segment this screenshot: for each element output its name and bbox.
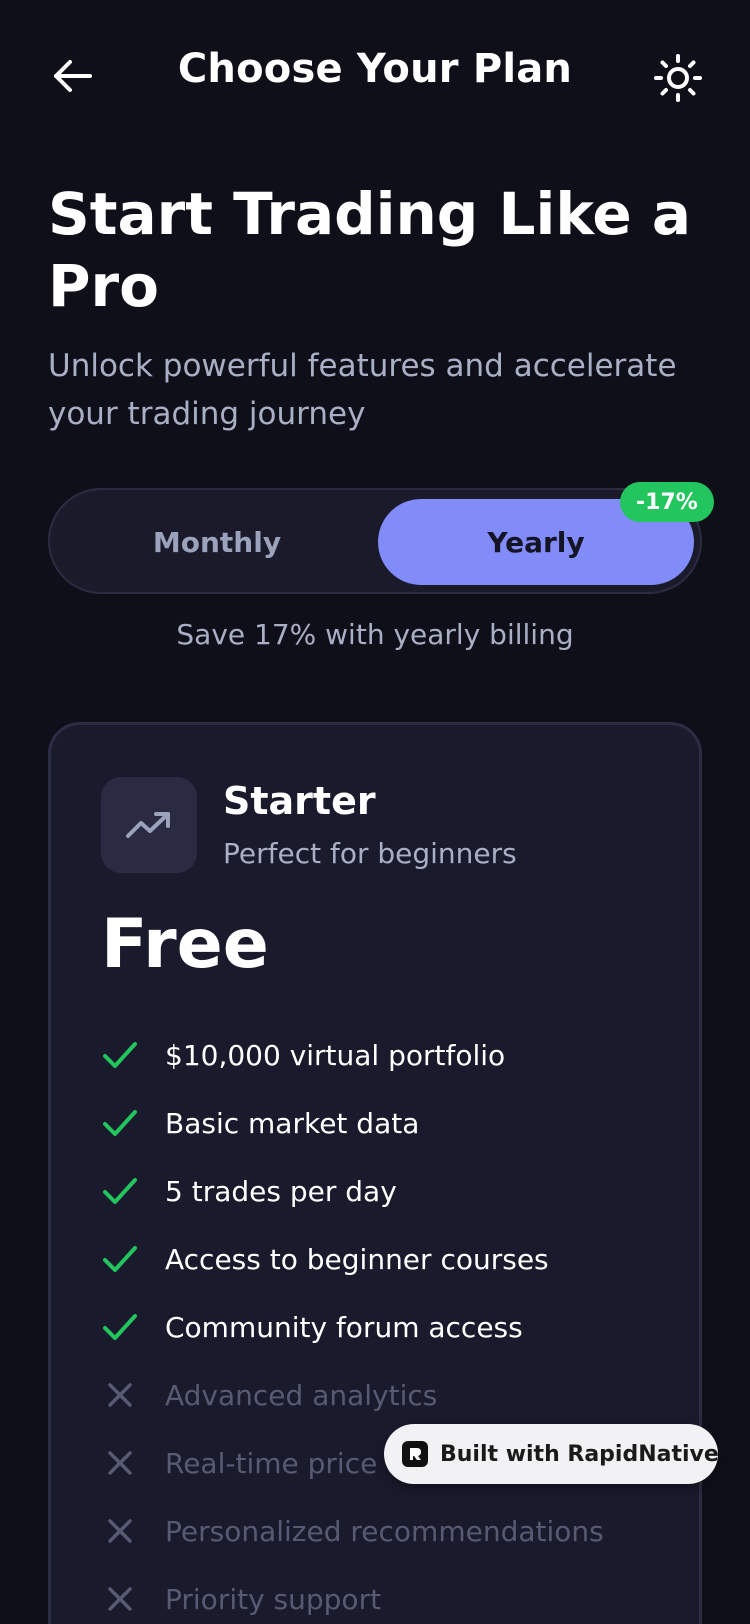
check-icon [103,1110,137,1136]
save-note: Save 17% with yearly billing [176,618,574,651]
plan-selection-screen: Choose Your Plan Start Trading Like a Pr… [0,0,750,1624]
feature-item: $10,000 virtual portfolio [101,1021,661,1089]
plan-price: Free [101,905,269,984]
check-icon [103,1042,137,1068]
feature-item: Access to beginner courses [101,1225,661,1293]
plan-tagline: Perfect for beginners [223,837,517,870]
check-icon [103,1246,137,1272]
x-icon [108,1587,132,1611]
plan-card-starter[interactable]: Starter Perfect for beginners Free $10,0… [48,722,702,1624]
feature-text: Basic market data [165,1106,420,1140]
page-title: Choose Your Plan [177,46,573,92]
trending-up-icon [126,812,170,838]
feature-text: Real-time price a [165,1446,404,1480]
rapidnative-logo-icon [402,1441,428,1467]
x-icon [108,1451,132,1475]
feature-text: 5 trades per day [165,1174,397,1208]
built-with-badge[interactable]: Built with RapidNative [384,1424,719,1484]
feature-text: Access to beginner courses [165,1242,549,1276]
x-icon [108,1383,132,1407]
feature-text: Priority support [165,1582,382,1616]
check-icon [103,1314,137,1340]
feature-item: Advanced analytics [101,1361,661,1429]
feature-item: Basic market data [101,1089,661,1157]
feature-text: Advanced analytics [165,1378,438,1412]
header: Choose Your Plan [0,32,750,112]
feature-text: Personalized recommendations [165,1514,604,1548]
feature-item: Priority support [101,1565,661,1624]
hero-title: Start Trading Like a Pro [48,180,692,320]
discount-badge: -17% [620,482,714,522]
sun-icon [654,54,702,102]
feature-list: $10,000 virtual portfolio Basic market d… [101,1021,661,1624]
plan-icon-container [101,777,197,873]
feature-text: Community forum access [165,1310,523,1344]
feature-item: Personalized recommendations [101,1497,661,1565]
feature-item: Community forum access [101,1293,661,1361]
plan-name: Starter [223,779,376,823]
monthly-option[interactable]: Monthly [59,499,375,585]
feature-item: 5 trades per day [101,1157,661,1225]
built-with-text: Built with RapidNative [440,1441,719,1467]
check-icon [103,1178,137,1204]
hero-subtitle: Unlock powerful features and accelerate … [48,348,677,432]
billing-period-toggle: Monthly Yearly [48,488,702,594]
x-icon [108,1519,132,1543]
feature-text: $10,000 virtual portfolio [165,1038,506,1072]
theme-toggle-button[interactable] [646,46,710,110]
